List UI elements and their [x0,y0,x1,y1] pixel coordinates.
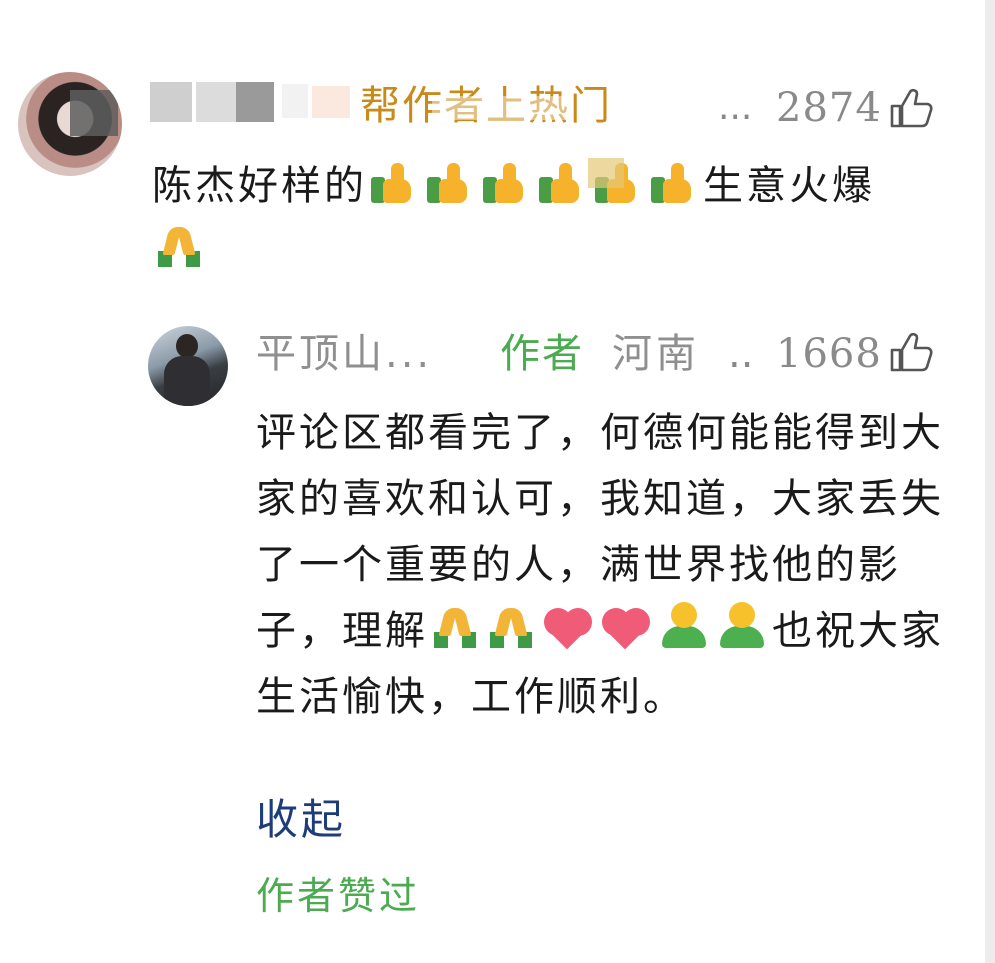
nickname-mask [312,86,350,118]
avatar-figure-head [176,334,198,358]
folded-hands-icon [486,606,536,650]
author-badge: 作者 [500,331,584,377]
right-edge [985,0,995,963]
person-icon [658,602,710,650]
reply-nickname[interactable]: 平顶山... [256,326,432,382]
commenter-header-tagline: 帮作者上热门 [360,83,612,129]
author-liked-badge: 作者赞过 [256,874,421,918]
top-bar [0,0,995,48]
thumbs-up-like-icon[interactable] [886,328,934,376]
thumbs-up-icon [425,161,475,205]
thumbs-up-icon [649,161,699,205]
reply-body: 评论区都看完了，何德何能能得到大家的喜欢和认可，我知道，大家丢失了一个重要的人，… [256,400,946,730]
avatar-blur-mask [70,90,118,136]
author-avatar[interactable] [148,326,228,406]
more-ellipsis[interactable]: ... [718,80,752,136]
thumbs-up-icon [537,161,587,205]
avatar-figure-body [164,356,210,406]
comment-text: 陈杰好样的 [152,163,367,209]
emoji-blur-mask [588,158,624,188]
thumbs-up-icon [481,161,531,205]
commenter-avatar[interactable] [18,72,122,176]
thumbs-up-like-icon[interactable] [886,84,934,132]
like-count: 1668 [776,331,882,377]
thumbs-up-icon [369,161,419,205]
red-heart-icon [600,604,652,650]
nickname-mask [282,84,308,118]
comment-body: 陈杰好样的 生意火爆 [152,154,952,282]
folded-hands-icon [430,606,480,650]
nickname-mask [196,82,236,122]
more-ellipsis[interactable]: .. [728,326,753,382]
red-heart-icon [542,604,594,650]
tagline-blur [432,96,572,120]
folded-hands-icon [154,225,204,269]
comment-text-tail: 生意火爆 [703,163,875,209]
person-icon [716,602,768,650]
collapse-button[interactable]: 收起 [256,792,346,848]
ip-location: 河南 [612,331,700,377]
like-count: 2874 [776,85,882,131]
nickname-mask [236,82,274,122]
nickname-mask [150,82,192,122]
